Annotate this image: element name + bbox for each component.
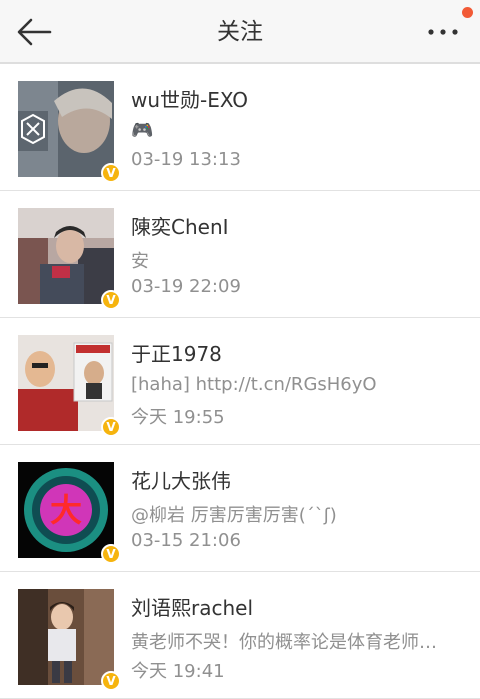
avatar-text: 大 [50,491,82,529]
timestamp: 03-19 13:13 [131,149,241,170]
verified-badge: V [101,417,121,437]
avatar[interactable] [18,81,114,177]
avatar[interactable] [18,589,114,685]
list-item[interactable]: 大 V 花儿大张伟 @柳岩 厉害厉害厉害(´`ʃ) 03-15 21:06 [0,445,480,572]
verified-badge: V [101,163,121,183]
list-item[interactable]: V 陳奕ChenI 安 03-19 22:09 [0,191,480,318]
list-item[interactable]: V wu世勋-EXO 🎮 03-19 13:13 [0,64,480,191]
latest-message: 🎮 [131,120,154,141]
notification-dot [462,7,473,18]
latest-message: 安 [131,251,149,272]
page-title: 关注 [217,19,263,45]
timestamp: 今天 19:55 [131,407,225,428]
user-name: 刘语熙rachel [131,596,254,620]
avatar[interactable]: 大 [18,462,114,558]
timestamp: 今天 19:41 [131,661,225,682]
latest-message: @柳岩 厉害厉害厉害(´`ʃ) [131,505,337,526]
avatar[interactable] [18,208,114,304]
user-name: 花儿大张伟 [131,469,231,493]
verified-badge: V [101,671,121,691]
more-dots-icon [428,29,458,35]
user-name: 于正1978 [131,342,222,366]
user-name: 陳奕ChenI [131,215,229,239]
user-name: wu世勋-EXO [131,88,249,112]
avatar[interactable] [18,335,114,431]
list-item[interactable]: V 于正1978 [haha] http://t.cn/RGsH6yO 今天 1… [0,318,480,445]
latest-message: [haha] http://t.cn/RGsH6yO [131,374,377,395]
timestamp: 03-15 21:06 [131,530,241,551]
latest-message: 黄老师不哭！你的概率论是体育老师… [131,632,437,653]
verified-badge: V [101,290,121,310]
verified-badge: V [101,544,121,564]
following-list: V wu世勋-EXO 🎮 03-19 13:13 V 陳奕ChenI 安 03-… [0,64,480,699]
timestamp: 03-19 22:09 [131,276,241,297]
top-bar: 关注 [0,0,480,64]
more-options-button[interactable] [426,18,466,46]
list-item[interactable]: V 刘语熙rachel 黄老师不哭！你的概率论是体育老师… 今天 19:41 [0,572,480,699]
